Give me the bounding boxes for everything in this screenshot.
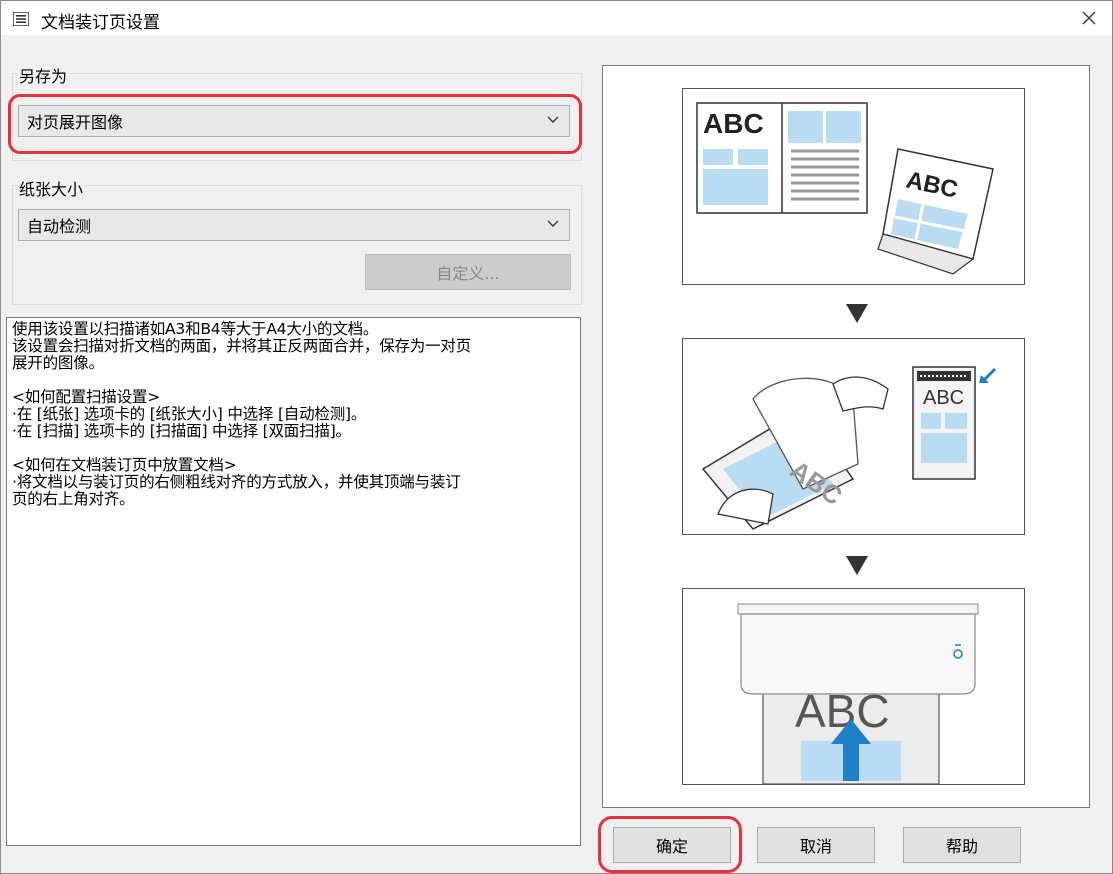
description-text: 使用该设置以扫描诸如A3和B4等大于A4大小的文档。 该设置会扫描对折文档的两面… — [6, 317, 581, 846]
step-arrow-2 — [846, 556, 868, 575]
custom-button[interactable]: 自定义... — [365, 254, 571, 290]
step-arrow-1 — [846, 304, 868, 323]
carrier-sheet-illustration: ABC ABC — [701, 366, 997, 530]
illustration-step-2: ABC ABC — [682, 338, 1025, 535]
help-button[interactable]: 帮助 — [903, 827, 1021, 863]
abc-label-1: ABC — [703, 108, 764, 139]
scanner-illustration: ABC — [737, 603, 979, 784]
paper-size-value: 自动检测 — [27, 217, 92, 236]
ok-highlight — [598, 816, 742, 873]
illustration-step-1: ABC ABC — [682, 88, 1025, 285]
close-icon — [1082, 11, 1096, 25]
dialog-window: 文档装订页设置 另存为 对页展开图像 纸张大小 自动检测 自定义... 使用该设… — [0, 0, 1113, 874]
illustration-step-3: ABC — [682, 588, 1025, 785]
cancel-button[interactable]: 取消 — [757, 827, 875, 863]
chevron-down-icon — [547, 220, 559, 227]
save-as-label: 另存为 — [17, 63, 70, 87]
folded-document-illustration: ABC ABC — [696, 102, 994, 275]
abc-label-4: ABC — [923, 387, 964, 409]
illustration-pane: ABC ABC ABC ABC ABC — [602, 65, 1090, 808]
close-button[interactable] — [1066, 1, 1112, 35]
app-icon — [13, 12, 29, 26]
save-as-highlight — [8, 94, 582, 154]
window-title: 文档装订页设置 — [41, 13, 160, 33]
paper-size-select[interactable]: 自动检测 — [18, 209, 570, 241]
title-bar: 文档装订页设置 — [1, 1, 1112, 35]
paper-size-label: 纸张大小 — [17, 176, 86, 200]
